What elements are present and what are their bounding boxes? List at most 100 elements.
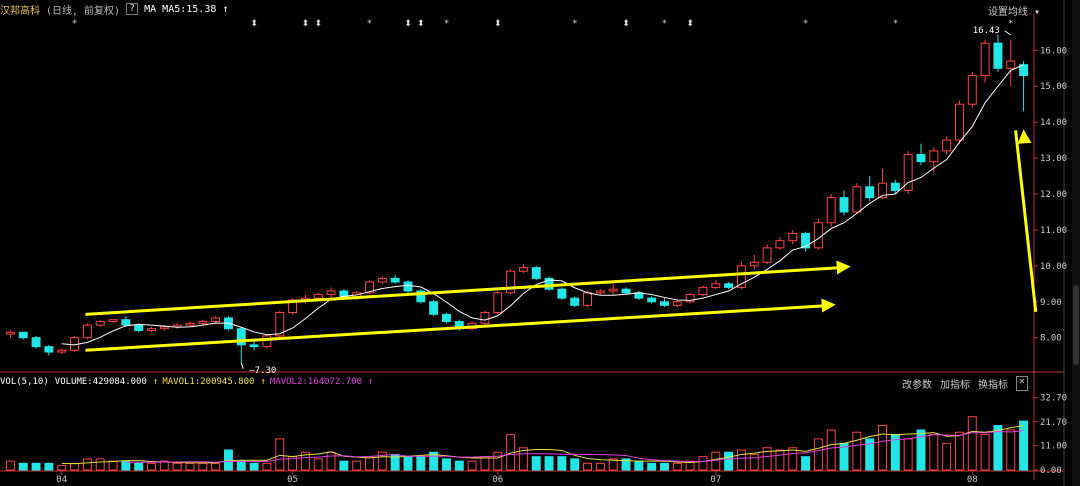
price-tick-label: 8.00 [1040,334,1062,344]
price-tick-label: 14.00 [1040,118,1067,128]
candle-body [954,103,964,141]
candle-body [929,150,939,163]
candle-body [262,335,272,348]
candle-body [18,331,28,339]
candle-body [698,286,708,296]
candlestick-series[interactable] [5,34,1029,363]
candle [570,296,580,308]
candle [839,190,849,216]
candle [429,299,439,317]
add-indicator-button[interactable]: 加指标 [940,376,970,391]
volume-bar [775,449,785,471]
candle [993,34,1003,72]
candle [531,265,541,281]
volume-bar [339,460,349,471]
swap-indicator-button[interactable]: 换指标 [978,376,1008,391]
candle-body [762,247,772,263]
volume-bar [660,462,669,471]
chart-mode[interactable]: (日线, 前复权) [46,2,120,17]
candle [698,285,708,297]
volume-bar [403,456,413,471]
volume-bar [544,456,554,471]
candle-body [647,297,657,303]
candle-body [480,312,490,324]
candle [685,292,695,304]
candle-body [801,233,811,249]
ma-settings-button[interactable]: 设置均线 ▾ [988,3,1040,18]
volume-bar [57,465,67,471]
price-annotation-label: 16.43 [973,26,1000,36]
volume-bar [570,458,580,471]
trend-line [1014,130,1038,312]
candle-body [826,197,836,224]
event-marker: * [444,19,449,29]
candle-body [839,197,849,213]
chevron-down-icon: ▾ [1033,7,1040,18]
event-marker: * [572,19,577,29]
candle-body [724,283,734,288]
volume-bar [416,456,426,471]
vol-label[interactable]: VOL(5,10) [0,377,49,387]
price-tick-label: 16.00 [1040,46,1067,56]
candle-body [82,324,92,339]
volume-bar [18,462,28,471]
volume-bar [954,431,964,471]
candle [762,244,772,265]
mavol2-arrow-icon: ↑ [368,377,374,387]
event-marker: * [367,19,372,29]
close-icon[interactable]: ✕ [1015,376,1028,391]
candle-body [159,326,169,330]
candle [749,255,759,270]
candle-body [583,292,593,306]
mavol1-value: MAVOL1:200945.800 [162,377,255,387]
volume-bar [878,425,887,471]
stock-name[interactable]: 汉邦高科 [0,2,40,17]
volume-bar [698,456,708,471]
candle-body [44,346,54,353]
volume-bar [70,462,80,471]
candle-body [813,222,823,249]
volume-tick-label: 11.00 [1040,442,1067,452]
volume-bar [275,438,285,471]
volume-bar [249,462,259,471]
volume-bar [31,462,41,471]
change-params-button[interactable]: 改参数 [902,376,932,391]
candle [480,310,490,326]
candle [506,269,516,295]
price-tick-label: 10.00 [1040,262,1067,272]
candle [1019,61,1029,112]
event-marker: ⬍ [250,19,258,29]
volume-bar [313,458,323,471]
candle-body [660,301,669,306]
trend-line [85,304,828,352]
trend-arrowhead [836,260,851,275]
candle [147,326,156,333]
volume-bar [1019,420,1029,471]
event-marker: ⬍ [417,19,425,29]
event-marker: ⬍ [686,19,694,29]
event-markers[interactable]: * ⬍ ⬍ ⬍ * ⬍ ⬍ * ⬍ * ⬍ * ⬍ * * * [72,19,1013,29]
mavol1-arrow-icon: ↑ [152,377,159,387]
volume-bar [44,462,54,471]
volume-bar [711,451,721,471]
candle-body [185,322,195,326]
candle [608,283,618,295]
scrollbar[interactable] [1072,0,1080,486]
candle-body [890,182,900,191]
help-button[interactable]: ? [126,3,139,15]
scrollbar-thumb[interactable] [1073,285,1079,365]
ma-label: MA [144,3,157,15]
volume-bar [147,462,156,471]
volume-value: VOLUME:429084.000 [54,377,147,387]
volume-bar [724,451,734,471]
volume-bar [672,462,682,471]
volume-tick-label: 32.70 [1040,393,1067,403]
candle-body [749,261,759,267]
volume-bar [262,462,272,471]
candle [775,237,785,250]
candle [980,39,990,83]
candle [518,264,528,274]
date-axis: 04 05 06 07 08 [56,471,978,485]
candle-body [57,349,67,353]
ma5-value: MA5:15.38 [162,3,217,15]
